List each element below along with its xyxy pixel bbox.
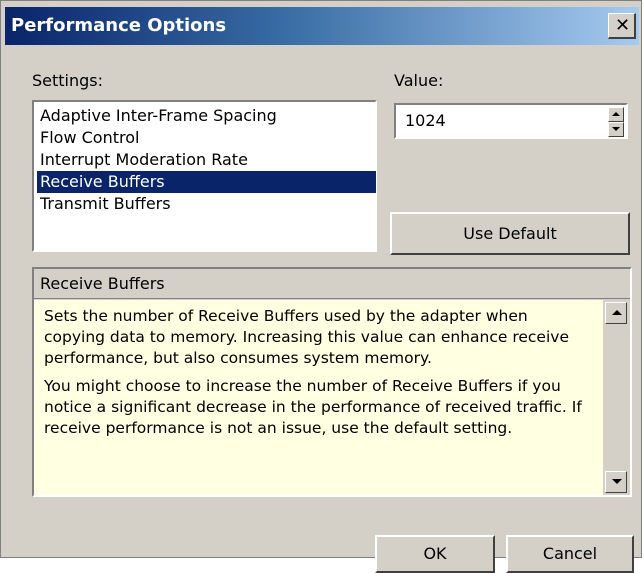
cancel-button[interactable]: Cancel [506,535,634,573]
use-default-button[interactable]: Use Default [390,212,630,255]
scroll-up-arrow-icon [612,310,622,315]
list-item-transmit-buffers[interactable]: Transmit Buffers [37,193,376,215]
description-scrollbar[interactable] [603,300,630,495]
list-item-flow-control[interactable]: Flow Control [37,127,376,149]
scroll-down-button[interactable] [605,471,627,493]
ok-button[interactable]: OK [375,535,495,573]
close-button[interactable]: ✕ [608,13,636,39]
value-input[interactable]: 1024 [405,111,446,130]
dialog-title: Performance Options [11,15,227,36]
description-paragraph: You might choose to increase the number … [44,377,582,437]
close-icon: ✕ [615,15,631,36]
description-text-area: Sets the number of Receive Buffers used … [34,300,603,495]
performance-options-dialog: Performance Options ✕ Settings: Adaptive… [0,0,642,558]
description-paragraph: Sets the number of Receive Buffers used … [44,307,569,367]
list-item-adaptive-inter-frame-spacing[interactable]: Adaptive Inter-Frame Spacing [37,105,376,127]
scroll-up-button[interactable] [605,302,627,324]
scroll-down-arrow-icon [612,479,622,484]
list-item-receive-buffers[interactable]: Receive Buffers [37,171,376,193]
value-spinbox[interactable]: 1024 [394,103,628,139]
spin-down-button[interactable] [608,122,624,137]
settings-label: Settings: [32,71,104,90]
spin-up-arrow-icon [612,112,620,116]
title-bar[interactable]: Performance Options ✕ [5,7,639,45]
settings-listbox[interactable]: Adaptive Inter-Frame Spacing Flow Contro… [32,100,377,252]
spin-down-arrow-icon [612,127,620,131]
spin-up-button[interactable] [608,107,624,122]
value-label: Value: [394,71,444,90]
description-header: Receive Buffers [34,269,630,299]
description-panel: Receive Buffers Sets the number of Recei… [32,267,632,497]
list-item-interrupt-moderation-rate[interactable]: Interrupt Moderation Rate [37,149,376,171]
